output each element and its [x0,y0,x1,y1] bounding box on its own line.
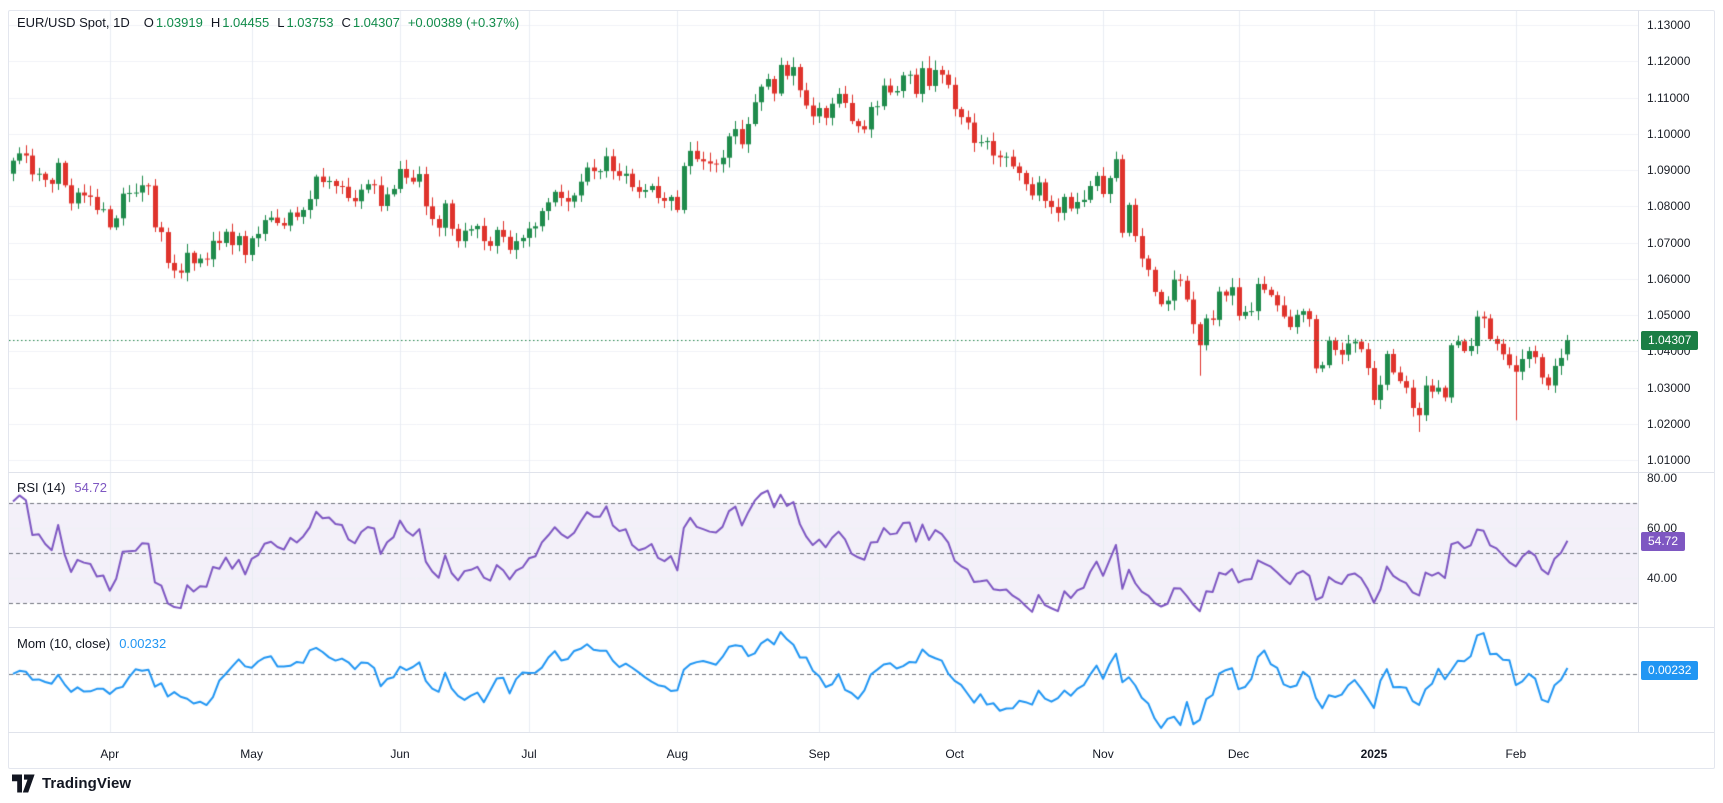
symbol-legend[interactable]: EUR/USD Spot, 1D O 1.03919 H 1.04455 L 1… [17,15,519,30]
ohlc-low-label: L [277,15,284,30]
time-axis-label: May [220,747,284,761]
ohlc-low-value: 1.03753 [286,15,333,30]
rsi-pane-canvas[interactable] [9,473,1638,627]
ohlc-close-label: C [341,15,350,30]
rsi-legend[interactable]: RSI (14) 54.72 [17,480,107,495]
price-tick-label: 1.06000 [1647,272,1690,286]
momentum-value-badge: 0.00232 [1641,661,1698,680]
momentum-legend[interactable]: Mom (10, close) 0.00232 [17,636,166,651]
price-tick-label: 1.12000 [1647,54,1690,68]
price-tick-label: 1.05000 [1647,308,1690,322]
time-axis-label: 2025 [1342,747,1406,761]
rsi-tick-label: 40.00 [1647,571,1677,585]
price-tick-label: 1.01000 [1647,453,1690,467]
rsi-label: RSI (14) [17,480,65,495]
time-axis-label: Dec [1207,747,1271,761]
time-axis-label: Oct [923,747,987,761]
tradingview-logo[interactable]: TradingView [12,774,131,793]
rsi-value-badge: 54.72 [1641,532,1685,551]
price-tick-label: 1.02000 [1647,417,1690,431]
time-axis-label: Jun [368,747,432,761]
momentum-value: 0.00232 [119,636,166,651]
price-pane-canvas[interactable] [9,11,1638,472]
pane-separator-momentum[interactable] [8,627,1714,628]
last-price-badge: 1.04307 [1641,331,1698,350]
ohlc-open-label: O [144,15,154,30]
price-tick-label: 1.09000 [1647,163,1690,177]
momentum-pane-canvas[interactable] [9,628,1638,732]
rsi-tick-label: 80.00 [1647,471,1677,485]
ohlc-high-label: H [211,15,220,30]
time-axis-label: Apr [78,747,142,761]
momentum-label: Mom (10, close) [17,636,110,651]
pane-separator-rsi[interactable] [8,472,1714,473]
time-axis-label: Aug [645,747,709,761]
time-axis-label: Feb [1484,747,1548,761]
time-axis-label: Jul [497,747,561,761]
price-tick-label: 1.11000 [1647,91,1690,105]
ohlc-open-value: 1.03919 [156,15,203,30]
rsi-value: 54.72 [74,480,107,495]
time-axis-label: Nov [1071,747,1135,761]
tradingview-logo-text: TradingView [42,775,131,792]
ohlc-close-value: 1.04307 [353,15,400,30]
price-tick-label: 1.07000 [1647,236,1690,250]
change-value: +0.00389 (+0.37%) [408,15,519,30]
price-tick-label: 1.13000 [1647,18,1690,32]
time-axis[interactable]: Apr May Jun Jul Aug Sep Oct Nov Dec 2025 Feb [8,733,1638,767]
price-tick-label: 1.03000 [1647,381,1690,395]
price-tick-label: 1.10000 [1647,127,1690,141]
price-axis[interactable]: 1.13000 1.12000 1.11000 1.10000 1.09000 1.080… [1639,10,1723,732]
time-axis-label: Sep [787,747,851,761]
tradingview-chart: EUR/USD Spot, 1D O 1.03919 H 1.04455 L 1… [0,0,1723,803]
tradingview-logo-icon [12,774,35,793]
ohlc-high-value: 1.04455 [222,15,269,30]
symbol-title: EUR/USD Spot, 1D [17,15,130,30]
price-tick-label: 1.08000 [1647,199,1690,213]
